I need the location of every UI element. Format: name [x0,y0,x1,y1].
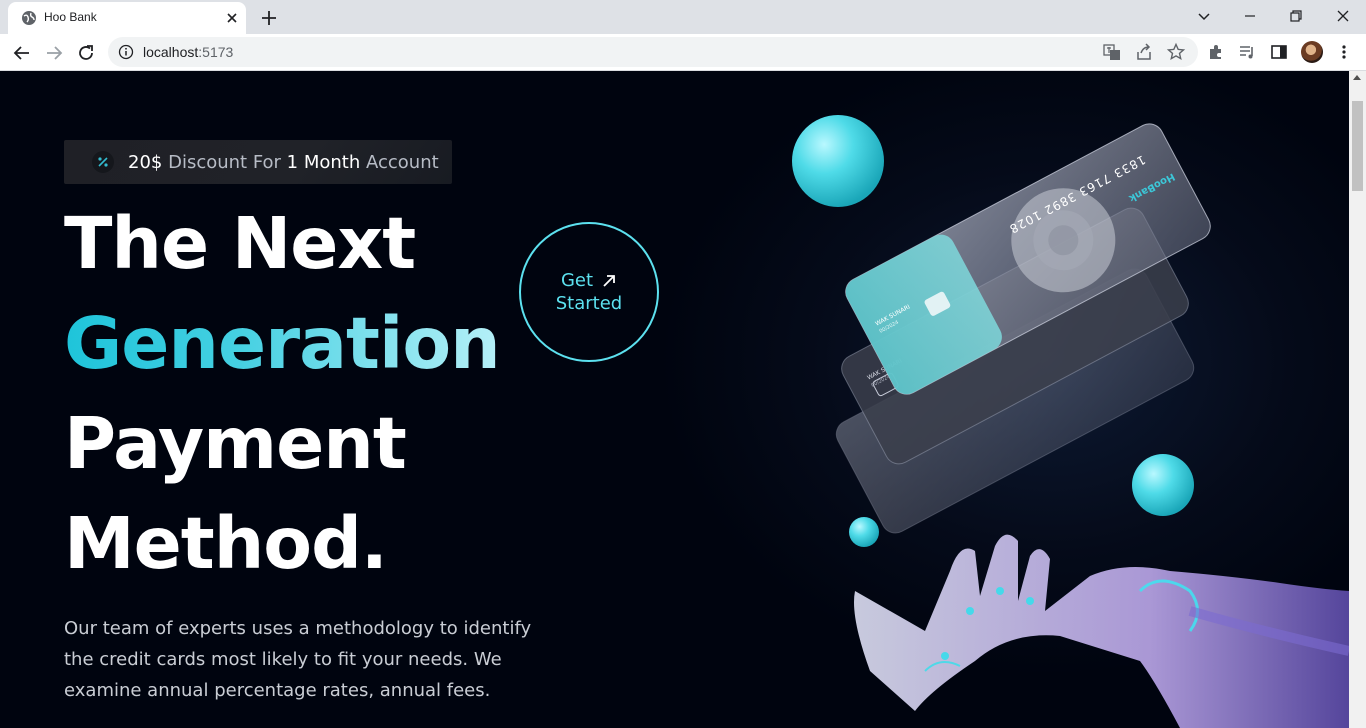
new-tab-icon[interactable] [258,7,280,29]
browser-toolbar: localhost:5173 [0,34,1366,71]
restore-button[interactable] [1273,0,1319,32]
media-button[interactable] [1236,41,1258,63]
url-host: localhost [143,44,199,60]
extensions-button[interactable] [1205,41,1227,63]
discount-text: 20$ Discount For 1 Month Account [128,152,439,173]
sphere-large [792,115,884,207]
profile-avatar[interactable] [1301,41,1323,63]
arrow-right-icon [47,46,63,60]
translate-icon[interactable] [1102,42,1122,62]
tab-search-button[interactable] [1181,0,1227,32]
page-viewport: 20$ Discount For 1 Month Account The Nex… [0,71,1349,728]
share-icon[interactable] [1134,42,1154,62]
sphere-small [849,517,879,547]
scroll-thumb[interactable] [1352,101,1363,191]
restore-icon [1290,10,1302,22]
robot-hand [854,534,1349,728]
reload-button[interactable] [72,39,100,67]
globe-icon [22,11,36,25]
discount-duration: 1 Month [286,151,361,173]
puzzle-icon [1210,45,1221,59]
close-icon [1337,10,1349,22]
address-bar[interactable]: localhost:5173 [108,37,1198,67]
page-scrollbar[interactable] [1349,71,1366,728]
discount-amount: 20$ [128,151,163,173]
sphere-right [1132,454,1194,516]
arrow-up-right-icon [603,274,615,287]
discount-pre: Discount For [162,151,287,173]
discount-post: Account [360,151,439,173]
more-vert-icon [1342,45,1346,59]
reload-icon [79,45,93,60]
get-started-line-2: Started [555,293,623,314]
info-icon[interactable] [118,44,134,60]
window-close-button[interactable] [1320,0,1366,32]
browser-tab[interactable]: Hoo Bank [8,2,246,34]
playlist-icon [1240,46,1253,59]
url-text: localhost:5173 [143,44,233,60]
scroll-up-arrow-icon[interactable] [1353,75,1361,80]
hero-illustration: WAK SUNARI 00/2024 WAK SUNARI 00/2024 18… [792,115,1349,728]
side-panel-icon [1271,45,1287,59]
headline-line-1: The Next [64,202,416,285]
forward-button[interactable] [40,39,68,67]
get-started-label: Get Started [556,269,622,315]
browser-tabbar: Hoo Bank [0,0,1366,34]
get-started-line-1: Get [560,270,594,291]
headline-line-3: Payment [64,402,407,485]
menu-button[interactable] [1333,41,1355,63]
bookmark-star-icon[interactable] [1166,42,1186,62]
side-panel-button[interactable] [1268,41,1290,63]
hero-paragraph: Our team of experts uses a methodology t… [64,618,532,701]
headline-line-2: Generation [64,302,501,385]
discount-badge: 20$ Discount For 1 Month Account [64,140,452,184]
minimize-icon [1245,15,1255,17]
chevron-down-icon [1198,13,1210,21]
tab-title: Hoo Bank [44,10,97,24]
back-button[interactable] [8,39,36,67]
close-icon[interactable] [224,10,240,26]
url-port: :5173 [198,44,234,60]
discount-icon [92,151,114,173]
get-started-button[interactable]: Get Started [519,222,659,362]
arrow-left-icon [13,46,29,60]
minimize-button[interactable] [1227,0,1273,32]
headline-line-4: Method. [64,502,388,585]
